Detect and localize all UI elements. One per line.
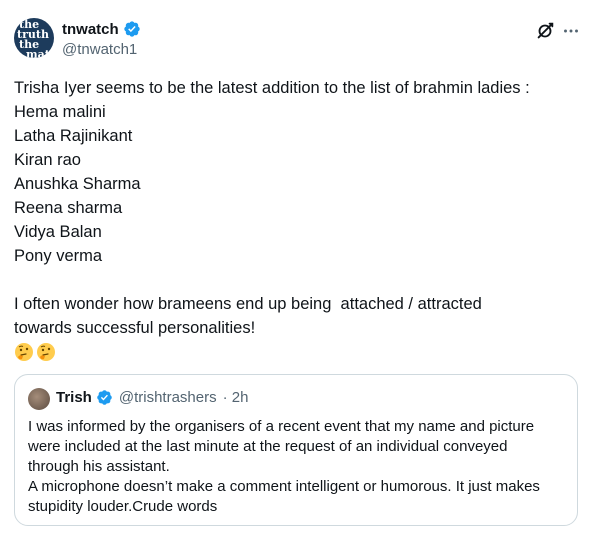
quoted-display-name[interactable]: Trish — [56, 389, 92, 406]
quoted-handle[interactable]: @trishtrashers — [119, 389, 217, 406]
quoted-line: I was informed by the organisers of a re… — [28, 418, 535, 435]
quoted-line: A microphone doesn’t make a comment inte… — [28, 478, 540, 495]
quoted-avatar[interactable] — [28, 388, 50, 410]
thinking-face-icon — [15, 343, 33, 361]
avatar[interactable]: the truth the mat — [14, 18, 54, 58]
tweet-line: Pony verma — [14, 247, 103, 265]
quoted-header: Trish @trishtrashers · 2h — [56, 389, 248, 406]
quoted-time[interactable]: · 2h — [223, 389, 249, 406]
tweet-line: Hema malini — [14, 103, 106, 121]
tweet-line: Kiran rao — [14, 151, 81, 169]
verified-badge-icon — [97, 390, 112, 405]
tweet-body: Trisha Iyer seems to be the latest addit… — [14, 76, 574, 362]
grok-icon[interactable] — [534, 20, 556, 42]
quoted-line: were included at the last minute at the … — [28, 438, 508, 455]
quoted-line: stupidity louder.Crude words — [28, 498, 218, 515]
thinking-face-icon — [37, 343, 55, 361]
tweet-line: Trisha Iyer seems to be the latest addit… — [14, 79, 530, 97]
author-handle[interactable]: @tnwatch1 — [62, 41, 137, 58]
avatar-text-4: mat — [26, 48, 50, 58]
tweet-line: I often wonder how brameens end up being… — [14, 295, 482, 313]
quoted-line: through his assistant. — [28, 458, 170, 475]
tweet-line: Latha Rajinikant — [14, 127, 133, 145]
tweet-line: Reena sharma — [14, 199, 123, 217]
tweet-line: towards successful personalities! — [14, 319, 256, 337]
author-name-row: tnwatch — [62, 20, 141, 38]
more-icon[interactable] — [560, 20, 582, 42]
verified-badge-icon — [123, 21, 140, 37]
tweet-line: Anushka Sharma — [14, 175, 141, 193]
tweet-line: Vidya Balan — [14, 223, 102, 241]
emoji-row — [14, 342, 574, 362]
quoted-tweet[interactable]: Trish @trishtrashers · 2h I was informed… — [14, 374, 578, 526]
quoted-body: I was informed by the organisers of a re… — [28, 417, 568, 517]
display-name[interactable]: tnwatch — [62, 21, 119, 38]
